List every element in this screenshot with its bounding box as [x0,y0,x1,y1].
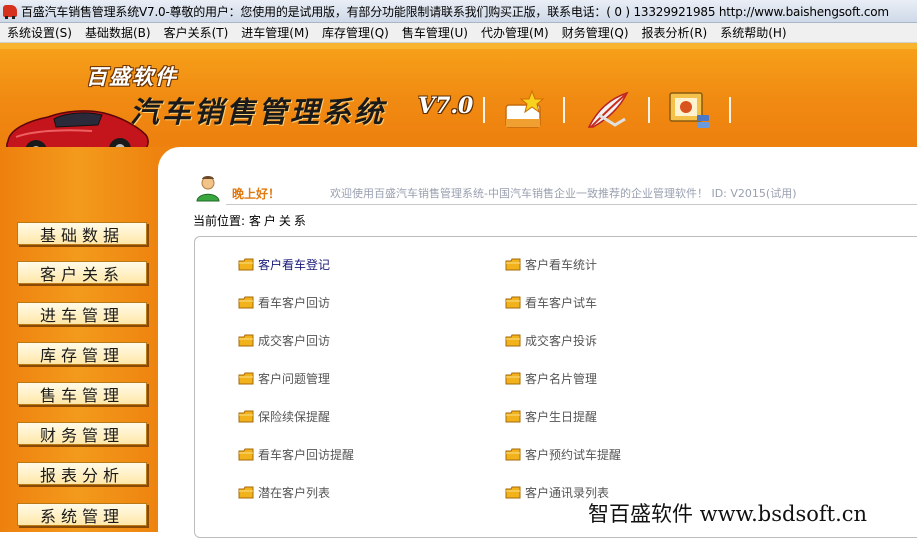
menu-inventory-management[interactable]: 库存管理(Q) [315,24,395,41]
link-label: 保险续保提醒 [258,410,331,424]
nav-purchase-management[interactable]: 进车管理 [17,302,147,325]
window-titlebar[interactable]: 百盛汽车销售管理系统V7.0-尊敬的用户：您使用的是试用版，有部分功能限制请联系… [0,0,917,23]
link-customer-test-drive-appointment-reminder[interactable]: 客户预约试车提醒 [505,446,621,463]
folder-icon [238,296,254,309]
link-label: 看车客户试车 [525,296,598,310]
system-title: 汽车销售管理系统 [130,95,387,129]
nav-customer-relations[interactable]: 客户关系 [17,261,147,284]
header-banner: 百盛软件 汽车销售管理系统 V7.0 [0,43,917,162]
folder-icon [505,372,521,385]
menu-bar: 系统设置(S) 基础数据(B) 客户关系(T) 进车管理(M) 库存管理(Q) … [0,23,917,43]
nav-sales-management[interactable]: 售车管理 [17,382,147,405]
nav-report-analysis[interactable]: 报表分析 [17,462,147,485]
menu-finance-management[interactable]: 财务管理(Q) [555,24,635,41]
menu-agency-management[interactable]: 代办管理(M) [474,24,555,41]
menu-customer-relations[interactable]: 客户关系(T) [157,24,235,41]
link-viewing-customer-followup[interactable]: 看车客户回访 [238,294,330,311]
menu-system-help[interactable]: 系统帮助(H) [713,24,792,41]
link-label: 客户看车统计 [525,258,598,272]
toolbar-separator [563,97,565,123]
nav-basic-data[interactable]: 基础数据 [17,222,147,245]
folder-icon [505,334,521,347]
link-label: 看车客户回访提醒 [258,448,355,462]
link-label: 成交客户投诉 [525,334,598,348]
menu-purchase-management[interactable]: 进车管理(M) [234,24,315,41]
folder-icon [238,372,254,385]
user-avatar-icon [196,176,220,202]
breadcrumb: 当前位置: 客户关系 [193,212,309,229]
toolbar-separator [648,97,650,123]
header-stripe [0,43,917,49]
greeting-text: 晚上好！ [232,187,281,201]
window-title: 百盛汽车销售管理系统V7.0-尊敬的用户：您使用的是试用版，有部分功能限制请联系… [21,4,889,19]
folder-icon [238,448,254,461]
nav-inventory-management[interactable]: 库存管理 [17,342,147,365]
nav-finance-management[interactable]: 财务管理 [17,422,147,445]
system-version: V7.0 [418,93,474,119]
folder-icon [505,410,521,423]
link-potential-customer-list[interactable]: 潜在客户列表 [238,484,330,501]
welcome-message: 欢迎使用百盛汽车销售管理系统-中国汽车销售企业一致推荐的企业管理软件！ ID: … [330,187,797,200]
link-label: 客户看车登记 [258,258,331,272]
link-label: 客户问题管理 [258,372,331,386]
left-nav: 基础数据 客户关系 进车管理 库存管理 售车管理 财务管理 报表分析 系统管理 [0,147,156,532]
presentation-icon[interactable] [667,89,713,131]
link-customer-viewing-registration[interactable]: 客户看车登记 [238,256,330,273]
link-label: 看车客户回访 [258,296,331,310]
link-insurance-renewal-reminder[interactable]: 保险续保提醒 [238,408,330,425]
folder-icon [238,258,254,271]
menu-system-settings[interactable]: 系统设置(S) [0,24,78,41]
brand-name: 百盛软件 [86,64,178,89]
menu-report-analysis[interactable]: 报表分析(R) [635,24,714,41]
link-customer-issue-management[interactable]: 客户问题管理 [238,370,330,387]
folder-icon [238,486,254,499]
folder-icon [505,258,521,271]
link-customer-birthday-reminder[interactable]: 客户生日提醒 [505,408,597,425]
link-label: 客户预约试车提醒 [525,448,622,462]
feather-icon[interactable] [585,89,631,131]
breadcrumb-label: 当前位置: [193,214,246,228]
link-viewing-followup-reminder[interactable]: 看车客户回访提醒 [238,446,354,463]
header-divider [226,204,917,205]
menu-basic-data[interactable]: 基础数据(B) [78,24,157,41]
link-label: 客户生日提醒 [525,410,598,424]
folder-icon [505,448,521,461]
link-closed-customer-followup[interactable]: 成交客户回访 [238,332,330,349]
link-customer-viewing-statistics[interactable]: 客户看车统计 [505,256,597,273]
link-viewing-customer-test-drive[interactable]: 看车客户试车 [505,294,597,311]
menu-sales-management[interactable]: 售车管理(U) [395,24,474,41]
link-closed-customer-complaint[interactable]: 成交客户投诉 [505,332,597,349]
folder-icon [505,486,521,499]
link-label: 客户名片管理 [525,372,598,386]
link-label: 成交客户回访 [258,334,331,348]
folder-icon [238,334,254,347]
folder-icon [238,410,254,423]
folder-icon [505,296,521,309]
toolbar-separator [729,97,731,123]
breadcrumb-current: 客户关系 [248,214,309,228]
link-customer-business-card-management[interactable]: 客户名片管理 [505,370,597,387]
toolbar-separator [483,97,485,123]
watermark-text: 智百盛软件 www.bsdsoft.cn [588,502,868,526]
link-label: 潜在客户列表 [258,486,331,500]
nav-system-management[interactable]: 系统管理 [17,503,147,526]
star-icon[interactable] [500,89,546,131]
car-app-icon [3,5,17,19]
